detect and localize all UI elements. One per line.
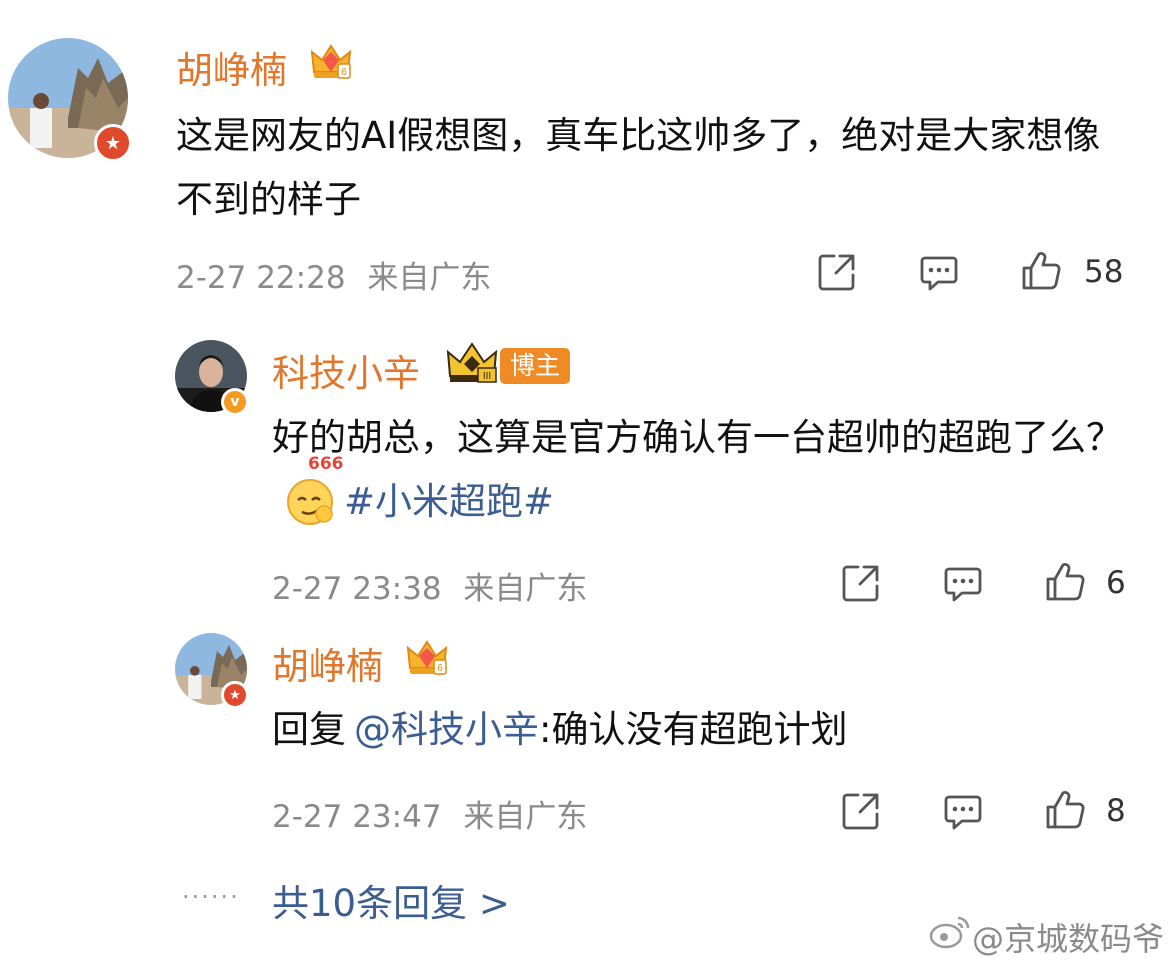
comment-icon[interactable] <box>942 791 984 833</box>
reply-text: 好的胡总，这算是官方确认有一台超帅的超跑了么？ 666 #小米超跑# <box>272 406 1132 534</box>
share-icon[interactable] <box>816 251 858 293</box>
svg-text:III: III <box>483 371 491 382</box>
comment-icon[interactable] <box>918 252 960 294</box>
ellipsis-divider: ...... <box>182 876 240 904</box>
reply-author[interactable]: 科技小辛 <box>272 343 420 397</box>
comment-meta: 2-27 22:28 来自广东 <box>176 252 491 297</box>
comment-location: 来自广东 <box>367 260 492 296</box>
weibo-logo-icon <box>929 916 970 949</box>
reply-text-main: :确认没有超跑计划 <box>539 708 848 751</box>
like-icon[interactable] <box>1020 250 1062 292</box>
crown-icon: 6 <box>310 44 352 79</box>
reply-meta: 2-27 23:38 来自广东 <box>272 563 587 608</box>
share-icon[interactable] <box>840 562 882 604</box>
comment-time: 2-27 22:28 <box>176 260 346 296</box>
verified-badge: ★ <box>221 681 249 709</box>
reply-location: 来自广东 <box>463 571 588 607</box>
like-count: 6 <box>1106 565 1126 601</box>
hashtag-link[interactable]: #小米超跑# <box>344 480 554 523</box>
reply-author[interactable]: 胡峥楠 <box>272 636 383 690</box>
emoji-label: 666 <box>308 454 344 474</box>
reply-text: 回复 @科技小辛:确认没有超跑计划 <box>272 698 1132 762</box>
comment-text: 这是网友的AI假想图，真车比这帅多了，绝对是大家想像不到的样子 <box>176 114 1101 221</box>
comment-author[interactable]: 胡峥楠 <box>176 40 287 94</box>
emoji-face-icon <box>287 479 333 525</box>
reply-text-main: 好的胡总，这算是官方确认有一台超帅的超跑了么？ <box>272 416 1123 459</box>
reply-time: 2-27 23:47 <box>272 799 442 835</box>
svg-text:6: 6 <box>341 67 347 78</box>
blogger-tag: 博主 <box>500 348 571 384</box>
share-icon[interactable] <box>840 790 882 832</box>
reply-meta: 2-27 23:47 来自广东 <box>272 791 587 836</box>
like-count: 8 <box>1106 793 1126 829</box>
emoji-666: 666 <box>284 454 344 526</box>
like-count: 58 <box>1084 254 1124 290</box>
crown-icon: III <box>446 342 498 383</box>
like-icon[interactable] <box>1044 561 1086 603</box>
watermark-text: @京城数码爷 <box>972 920 1165 958</box>
svg-text:6: 6 <box>437 663 443 674</box>
more-replies-link[interactable]: 共10条回复 > <box>272 873 510 927</box>
reply-location: 来自广东 <box>463 799 588 835</box>
reply-time: 2-27 23:38 <box>272 571 442 607</box>
comment-icon[interactable] <box>942 563 984 605</box>
verified-badge: ★ <box>94 124 132 162</box>
crown-icon: 6 <box>406 640 448 675</box>
mention-link[interactable]: @科技小辛 <box>354 708 539 751</box>
verified-badge: v <box>221 388 249 416</box>
reply-prefix: 回复 <box>272 708 346 751</box>
like-icon[interactable] <box>1044 789 1086 831</box>
